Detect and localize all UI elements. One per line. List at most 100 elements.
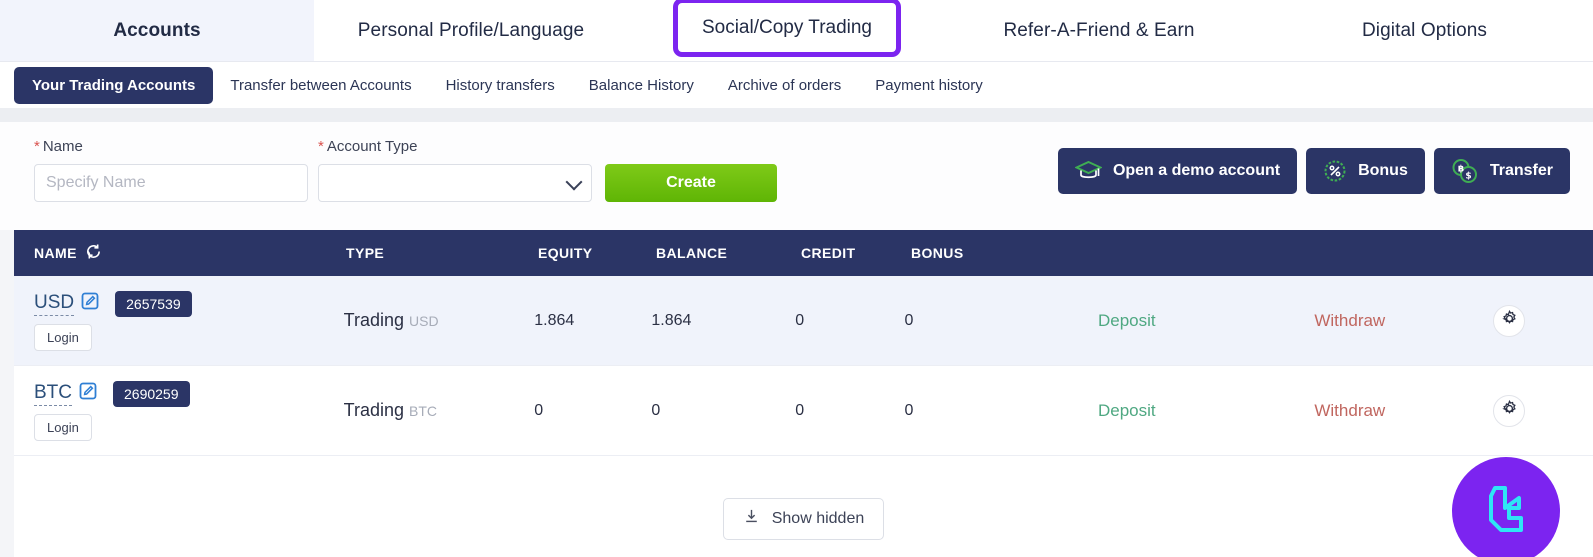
name-field-group: * Name: [34, 138, 308, 202]
column-header-name[interactable]: NAME: [14, 243, 346, 263]
deposit-link[interactable]: Deposit: [1098, 401, 1156, 420]
account-equity-value: 0: [534, 401, 544, 419]
account-name-cell: USD 2657539 Login: [14, 290, 344, 351]
svg-text:$: $: [1465, 172, 1471, 182]
tab-payment-history[interactable]: Payment history: [858, 68, 1000, 103]
deposit-link[interactable]: Deposit: [1098, 311, 1156, 330]
edit-pencil-icon[interactable]: [79, 382, 97, 405]
tab-transfer-between-accounts-label: Transfer between Accounts: [230, 76, 412, 94]
nav-tab-refer-a-friend-label: Refer-A-Friend & Earn: [1003, 19, 1195, 41]
open-demo-account-label: Open a demo account: [1112, 162, 1281, 179]
account-type-value: Trading: [343, 400, 405, 420]
login-button[interactable]: Login: [34, 413, 92, 441]
tab-archive-of-orders[interactable]: Archive of orders: [711, 68, 858, 103]
tab-transfer-between-accounts[interactable]: Transfer between Accounts: [213, 68, 428, 103]
refresh-icon[interactable]: [85, 243, 102, 263]
tab-payment-history-label: Payment history: [875, 76, 983, 94]
name-required-mark: *: [34, 138, 40, 155]
download-tray-icon: [743, 508, 760, 530]
account-type-currency: USD: [409, 313, 439, 329]
nav-tab-personal-profile-language[interactable]: Personal Profile/Language: [314, 0, 628, 61]
table-row: USD 2657539 Login Trading USD 1.864 1.864…: [14, 276, 1593, 366]
column-header-type: TYPE: [346, 245, 385, 261]
table-header-row: NAME TYPE EQUITY BALANCE CREDIT BONUS: [14, 230, 1593, 276]
show-hidden-button[interactable]: Show hidden: [722, 498, 885, 540]
gear-icon: [1501, 399, 1518, 422]
edit-pencil-icon[interactable]: [81, 292, 99, 315]
account-balance-value: 0: [651, 401, 661, 419]
nav-tab-accounts-label: Accounts: [113, 19, 201, 41]
account-equity-value: 1.864: [534, 311, 575, 329]
account-bonus-value: 0: [904, 311, 914, 329]
account-type-cell: Trading BTC: [344, 400, 535, 421]
show-hidden-label: Show hidden: [771, 510, 865, 527]
bonus-label: Bonus: [1358, 162, 1408, 179]
account-type-currency: BTC: [409, 403, 438, 419]
account-actions-group: Open a demo account Bonus ฿ $ Transfer: [1057, 148, 1570, 194]
account-type-required-mark: *: [318, 138, 324, 155]
account-type-cell: Trading USD: [344, 310, 535, 331]
account-type-label: * Account Type: [318, 138, 592, 155]
tab-your-trading-accounts[interactable]: Your Trading Accounts: [14, 66, 214, 104]
transfer-button[interactable]: ฿ $ Transfer: [1433, 148, 1570, 194]
name-label: * Name: [34, 138, 308, 155]
account-name-cell: BTC 2690259 Login: [14, 380, 344, 441]
tab-history-transfers[interactable]: History transfers: [429, 68, 572, 103]
account-type-select[interactable]: [318, 164, 592, 202]
name-input[interactable]: [34, 164, 308, 202]
login-button[interactable]: Login: [34, 323, 92, 351]
support-chat-button[interactable]: [1452, 457, 1560, 557]
name-label-text: Name: [42, 138, 83, 155]
account-id-badge: 2690259: [113, 380, 190, 407]
svg-text:฿: ฿: [1458, 165, 1464, 175]
account-type-value: Trading: [343, 310, 405, 330]
bonus-button[interactable]: Bonus: [1306, 148, 1425, 194]
tab-archive-of-orders-label: Archive of orders: [727, 76, 842, 94]
account-credit-value: 0: [795, 311, 805, 329]
table-footer: Show hidden: [14, 498, 1593, 540]
account-type-select-box[interactable]: [318, 164, 592, 202]
row-settings-button[interactable]: [1493, 394, 1526, 427]
account-currency-link[interactable]: BTC: [34, 382, 72, 406]
nav-tab-digital-options[interactable]: Digital Options: [1256, 0, 1593, 61]
percent-badge-icon: [1323, 159, 1347, 183]
section-divider: [0, 108, 1593, 122]
table-row: BTC 2690259 Login Trading BTC 0 0 0 0 De…: [14, 366, 1593, 456]
gear-icon: [1501, 309, 1518, 332]
open-demo-account-button[interactable]: Open a demo account: [1057, 148, 1298, 194]
account-type-field-group: * Account Type: [308, 138, 592, 202]
accounts-table: NAME TYPE EQUITY BALANCE CREDIT BONUS US…: [0, 230, 1593, 540]
nav-tab-digital-options-label: Digital Options: [1361, 19, 1488, 41]
column-header-name-label: NAME: [34, 245, 77, 261]
tab-your-trading-accounts-label: Your Trading Accounts: [32, 76, 196, 94]
account-bonus-value: 0: [904, 401, 914, 419]
nav-tab-refer-a-friend[interactable]: Refer-A-Friend & Earn: [942, 0, 1256, 61]
account-id-badge: 2657539: [115, 290, 192, 317]
primary-navigation: Accounts Personal Profile/Language Refer…: [0, 0, 1593, 62]
account-balance-value: 1.864: [651, 311, 692, 329]
nav-tab-accounts[interactable]: Accounts: [0, 0, 314, 61]
transfer-label: Transfer: [1489, 162, 1553, 179]
nav-tab-social-copy-trading-label: Social/Copy Trading: [701, 16, 873, 38]
accounts-page: Accounts Personal Profile/Language Refer…: [0, 0, 1593, 557]
highlight-annotation-social-copy-trading[interactable]: Social/Copy Trading: [673, 0, 901, 57]
nav-tab-personal-profile-language-label: Personal Profile/Language: [357, 19, 585, 41]
graduation-cap-icon: [1074, 160, 1102, 182]
column-header-bonus: BONUS: [911, 245, 964, 261]
tab-balance-history-label: Balance History: [588, 76, 694, 94]
tab-balance-history[interactable]: Balance History: [572, 68, 711, 103]
create-button[interactable]: Create: [605, 164, 777, 202]
account-currency-link[interactable]: USD: [34, 292, 75, 316]
secondary-tab-bar: Your Trading Accounts Transfer between A…: [0, 62, 1593, 108]
column-header-balance: BALANCE: [656, 245, 728, 261]
tab-history-transfers-label: History transfers: [445, 76, 555, 94]
account-credit-value: 0: [795, 401, 805, 419]
account-type-label-text: Account Type: [326, 138, 418, 155]
column-header-credit: CREDIT: [801, 245, 856, 261]
support-chat-logo-icon: [1475, 478, 1537, 545]
create-account-panel: *Name *Account Type Create: [0, 122, 1593, 230]
withdraw-link[interactable]: Withdraw: [1314, 311, 1385, 330]
withdraw-link[interactable]: Withdraw: [1314, 401, 1385, 420]
btc-usd-coins-icon: ฿ $: [1451, 158, 1479, 184]
row-settings-button[interactable]: [1493, 304, 1526, 337]
